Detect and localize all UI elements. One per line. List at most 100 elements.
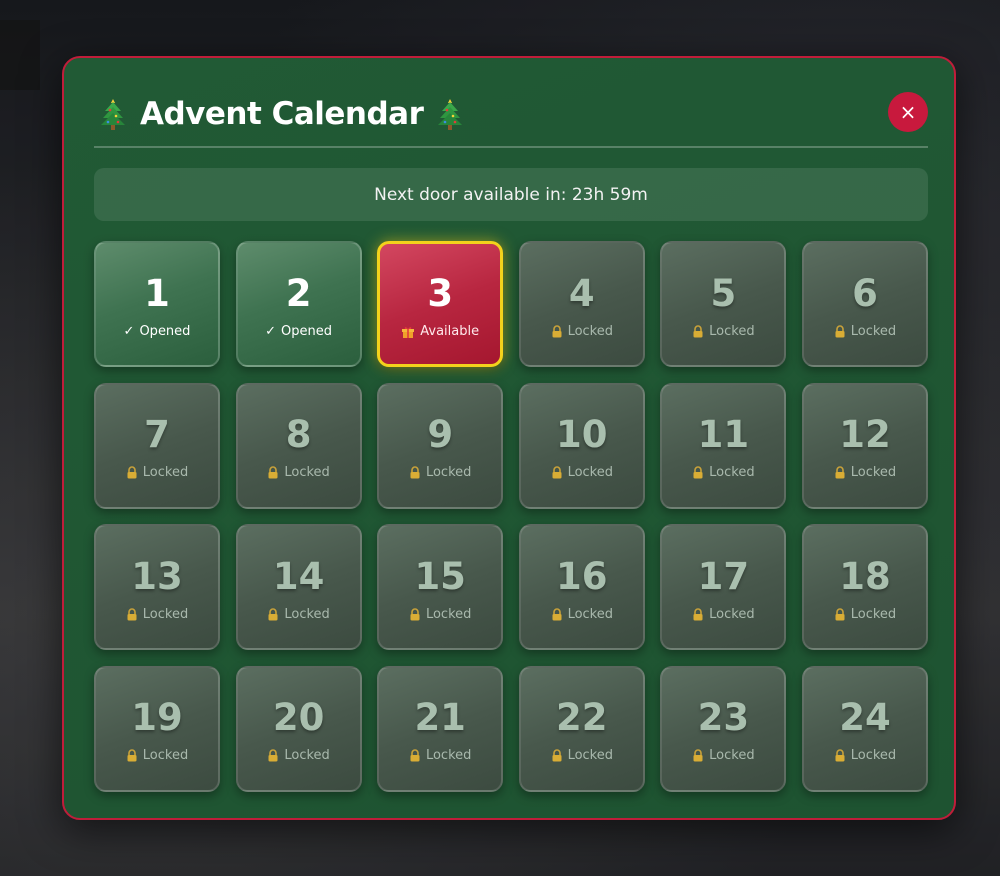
door-23[interactable]: 23 Locked bbox=[660, 665, 787, 792]
door-status-label: Locked bbox=[142, 465, 189, 481]
door-status: Locked bbox=[834, 465, 896, 480]
lock-icon bbox=[409, 749, 421, 762]
door-status: Locked bbox=[126, 607, 188, 622]
door-grid: 1 ✓ Opened 2 ✓ Opened 3 Available 4 Locked 5 Locked… bbox=[94, 241, 928, 792]
door-number: 23 bbox=[697, 696, 750, 740]
door-20[interactable]: 20 Locked bbox=[235, 665, 362, 792]
door-21[interactable]: 21 Locked bbox=[377, 665, 504, 792]
door-status: Locked bbox=[834, 748, 896, 763]
door-14[interactable]: 14 Locked bbox=[235, 524, 362, 651]
door-status: Locked bbox=[551, 607, 613, 622]
door-status: Locked bbox=[692, 748, 755, 763]
door-number: 1 bbox=[144, 271, 170, 315]
door-5[interactable]: 5 Locked bbox=[660, 241, 787, 367]
door-19[interactable]: 19 Locked bbox=[94, 665, 220, 792]
door-13[interactable]: 13 Locked bbox=[94, 524, 220, 651]
door-16[interactable]: 16 Locked bbox=[518, 524, 645, 651]
door-8[interactable]: 8 Locked bbox=[235, 382, 362, 509]
door-7[interactable]: 7 Locked bbox=[94, 382, 220, 509]
door-status-label: Opened bbox=[139, 323, 191, 339]
door-status: Locked bbox=[692, 606, 755, 622]
lock-icon bbox=[551, 466, 563, 479]
door-status-label: Locked bbox=[425, 748, 472, 764]
door-10[interactable]: 10 Locked bbox=[518, 382, 645, 509]
door-4[interactable]: 4 Locked bbox=[518, 241, 645, 367]
door-number: 15 bbox=[414, 554, 466, 598]
door-number: 2 bbox=[285, 271, 312, 315]
door-3[interactable]: 3 Available bbox=[377, 241, 504, 367]
door-number: 6 bbox=[852, 271, 878, 315]
door-status: Locked bbox=[551, 465, 613, 480]
lock-icon bbox=[126, 607, 138, 621]
door-status-label: Locked bbox=[850, 748, 897, 764]
door-24[interactable]: 24 Locked bbox=[801, 665, 928, 792]
lock-icon bbox=[551, 607, 563, 621]
door-status-label: Locked bbox=[284, 748, 330, 764]
door-status-label: Locked bbox=[709, 323, 755, 339]
lock-icon bbox=[692, 749, 704, 762]
lock-icon bbox=[834, 749, 846, 762]
door-number: 22 bbox=[556, 696, 608, 740]
door-status-label: Locked bbox=[567, 748, 613, 764]
close-icon: × bbox=[899, 100, 917, 124]
door-6[interactable]: 6 Locked bbox=[801, 241, 928, 367]
check-icon: ✓ bbox=[265, 323, 277, 339]
lock-icon bbox=[267, 466, 279, 479]
lock-icon bbox=[692, 607, 704, 621]
lock-icon bbox=[126, 466, 138, 479]
door-12[interactable]: 12 Locked bbox=[801, 382, 928, 509]
check-icon: ✓ bbox=[123, 323, 135, 339]
door-1[interactable]: 1 ✓ Opened bbox=[94, 241, 220, 367]
door-number: 5 bbox=[710, 271, 737, 315]
door-18[interactable]: 18 Locked bbox=[801, 524, 928, 651]
page-title: Advent Calendar bbox=[140, 96, 424, 132]
christmas-tree-icon bbox=[437, 97, 463, 131]
door-status-label: Locked bbox=[284, 465, 330, 481]
close-button[interactable]: × bbox=[888, 92, 928, 132]
door-number: 20 bbox=[272, 696, 325, 740]
door-status-label: Locked bbox=[142, 606, 189, 622]
door-status: Locked bbox=[692, 465, 755, 481]
door-number: 16 bbox=[556, 554, 608, 598]
door-number: 21 bbox=[414, 696, 466, 740]
lock-icon bbox=[267, 749, 279, 762]
door-status-label: Locked bbox=[850, 323, 897, 339]
door-number: 13 bbox=[131, 554, 183, 598]
gift-icon bbox=[401, 325, 415, 338]
door-status-label: Locked bbox=[567, 606, 613, 622]
door-status: Locked bbox=[267, 748, 330, 764]
door-number: 19 bbox=[131, 696, 183, 740]
door-status-label: Locked bbox=[709, 606, 755, 622]
door-2[interactable]: 2 ✓ Opened bbox=[235, 241, 362, 367]
advent-calendar-modal: Advent Calendar × Next door available in… bbox=[62, 56, 956, 820]
modal-header: Advent Calendar × bbox=[94, 88, 928, 148]
door-status: ✓ Opened bbox=[265, 324, 332, 339]
door-status: Available bbox=[401, 324, 479, 339]
door-status-label: Locked bbox=[284, 606, 330, 622]
lock-icon bbox=[551, 324, 563, 338]
door-number: 24 bbox=[839, 696, 891, 740]
door-status-label: Locked bbox=[709, 465, 755, 481]
lock-icon bbox=[834, 324, 846, 338]
door-17[interactable]: 17 Locked bbox=[660, 524, 787, 651]
door-9[interactable]: 9 Locked bbox=[377, 382, 504, 509]
lock-icon bbox=[126, 749, 138, 762]
door-status: Locked bbox=[834, 607, 896, 622]
door-number: 3 bbox=[427, 271, 454, 315]
door-status: Locked bbox=[267, 465, 330, 481]
door-22[interactable]: 22 Locked bbox=[518, 665, 645, 792]
door-status: ✓ Opened bbox=[124, 324, 191, 339]
door-number: 12 bbox=[839, 413, 891, 457]
door-15[interactable]: 15 Locked bbox=[377, 524, 504, 651]
lock-icon bbox=[834, 466, 846, 479]
next-door-timer: Next door available in: 23h 59m bbox=[94, 168, 928, 221]
door-status: Locked bbox=[409, 607, 471, 622]
door-status-label: Locked bbox=[425, 465, 472, 481]
door-number: 8 bbox=[285, 413, 312, 457]
door-status-label: Locked bbox=[567, 323, 613, 339]
door-status-label: Available bbox=[420, 323, 480, 339]
door-number: 9 bbox=[427, 413, 454, 457]
door-number: 7 bbox=[144, 413, 170, 457]
lock-icon bbox=[692, 466, 704, 479]
door-11[interactable]: 11 Locked bbox=[660, 382, 787, 509]
